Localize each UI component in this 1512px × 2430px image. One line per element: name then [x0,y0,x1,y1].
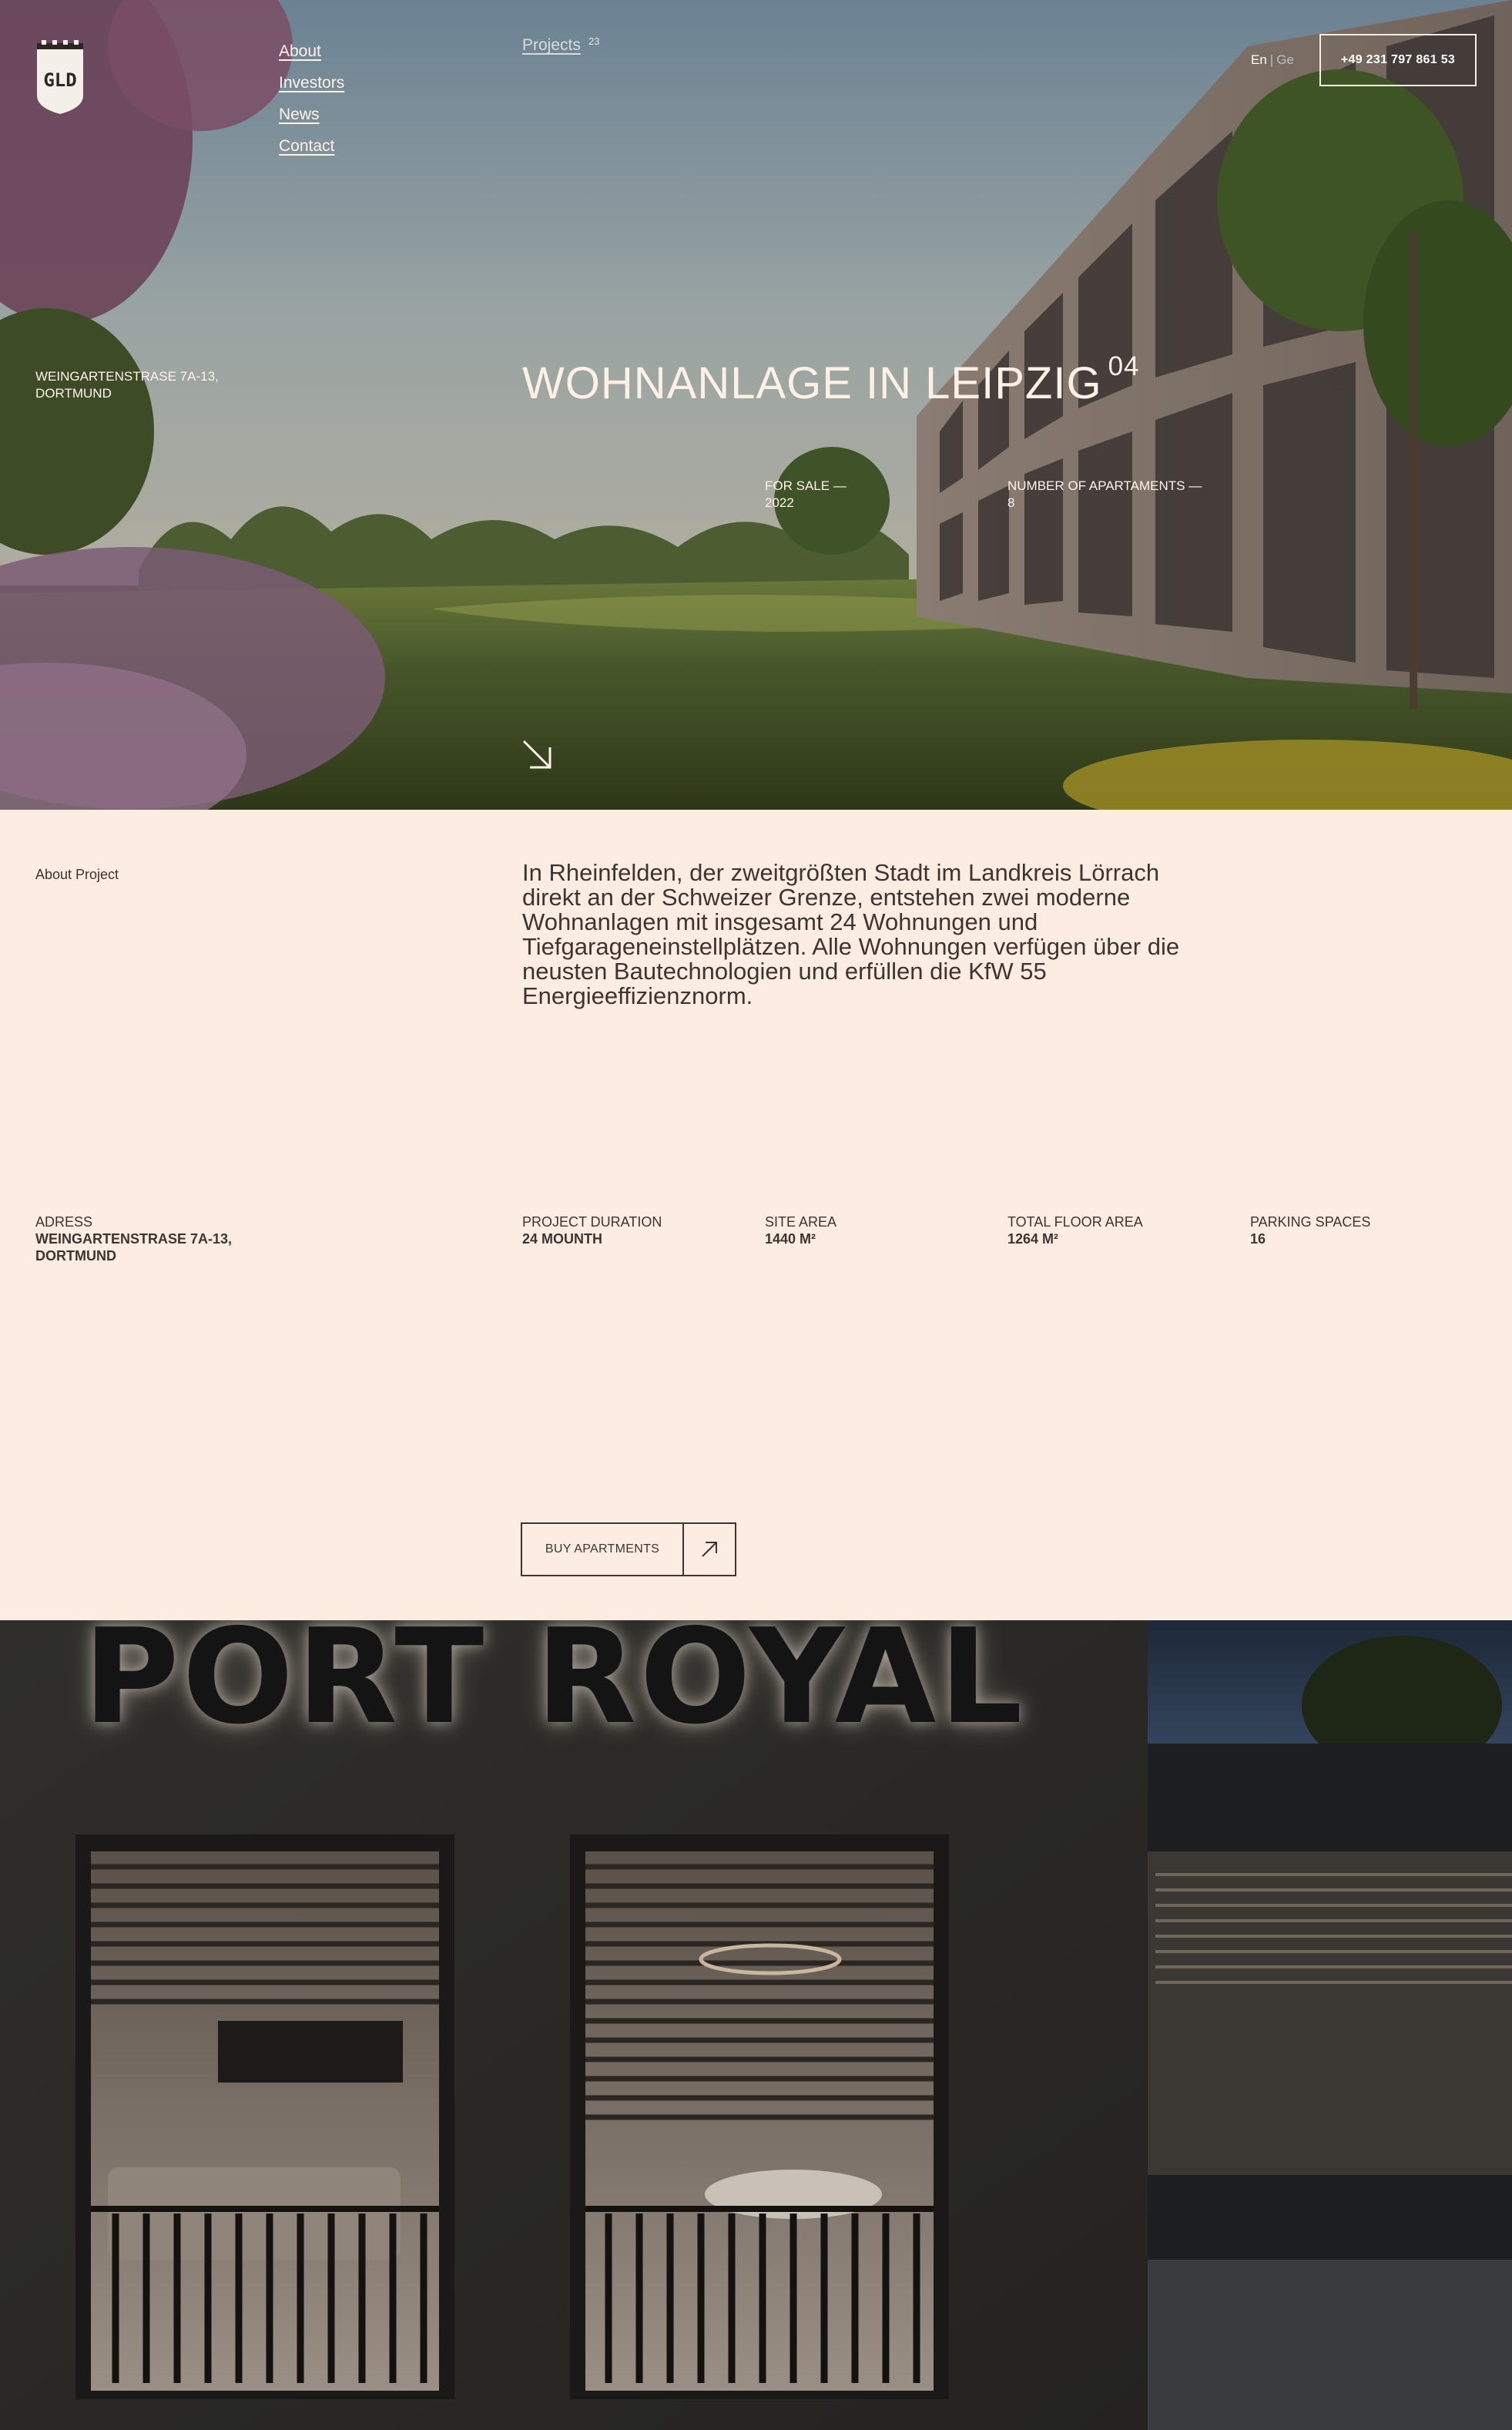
main-nav: About Investors News Contact [279,35,344,162]
stat-value: 1264 M² [1007,1231,1059,1247]
nav-item-about[interactable]: About [279,35,344,67]
stat-project-duration: PROJECT DURATION 24 MOUNTH [522,1213,662,1247]
stat-value: WEINGARTENSTRASE 7A-13, DORTMUND [35,1231,233,1264]
arrow-down-right-icon[interactable] [521,738,555,772]
language-switcher: En | Ge [1251,52,1294,68]
hero-fact-apartments: NUMBER OF APARTAMENTS — 8 [1007,478,1202,512]
stat-label: SITE AREA [765,1214,837,1230]
stat-label: PARKING SPACES [1250,1214,1371,1230]
stat-parking-spaces: PARKING SPACES 16 [1250,1213,1370,1247]
nav-item-investors[interactable]: Investors [279,67,344,99]
buy-apartments-icon-wrap [684,1524,735,1575]
phone-button[interactable]: +49 231 797 861 53 [1319,34,1477,86]
nav-item-contact[interactable]: Contact [279,130,344,162]
about-project-text: In Rheinfelden, der zweitgrößten Stadt i… [522,859,1180,1009]
logo-text: GLD [43,69,76,91]
stat-value: 16 [1250,1231,1266,1247]
stat-address: ADRESS WEINGARTENSTRASE 7A-13, DORTMUND [35,1213,267,1264]
hero-title-index: 04 [1108,351,1140,381]
nav-item-news[interactable]: News [279,99,344,130]
port-royal-sign: PORT ROYAL [83,1601,1026,1754]
hero-title: WOHNANLAGE IN LEIPZIG 04 [522,351,1140,409]
arrow-up-right-icon [702,1542,717,1557]
hero-title-text: WOHNANLAGE IN LEIPZIG [522,358,1102,408]
buy-apartments-label: BUY APARTMENTS [522,1524,684,1575]
about-project-label: About Project [35,867,119,882]
hero-fact-label: FOR SALE — [765,478,847,493]
about-project-section: About Project In Rheinfelden, der zweitg… [0,810,1512,1620]
stat-label: TOTAL FLOOR AREA [1007,1214,1143,1230]
stat-value: 24 MOUNTH [522,1231,603,1247]
hero-fact-for-sale: FOR SALE — 2022 [765,478,847,512]
lang-ge-link[interactable]: Ge [1276,52,1294,67]
stat-label: PROJECT DURATION [522,1214,662,1230]
nav-item-projects[interactable]: Projects [522,35,581,55]
stat-site-area: SITE AREA 1440 M² [765,1213,836,1247]
stat-value: 1440 M² [765,1231,816,1247]
stat-total-floor-area: TOTAL FLOOR AREA 1264 M² [1007,1213,1143,1247]
buy-apartments-button[interactable]: BUY APARTMENTS [521,1522,736,1576]
hero-address: WEINGARTENSTRASE 7A-13, DORTMUND [35,369,219,401]
projects-count-badge: 23 [588,35,600,47]
stat-label: ADRESS [35,1214,93,1230]
lang-separator: | [1269,52,1274,67]
lang-en-link[interactable]: En [1251,52,1267,67]
hero-fact-value: 2022 [765,495,794,510]
hero-section: GLD About Investors News Contact Project… [0,0,1512,810]
hero-fact-value: 8 [1007,495,1015,510]
gld-logo[interactable]: GLD [35,40,85,116]
hero-fact-label: NUMBER OF APARTAMENTS — [1007,478,1202,493]
